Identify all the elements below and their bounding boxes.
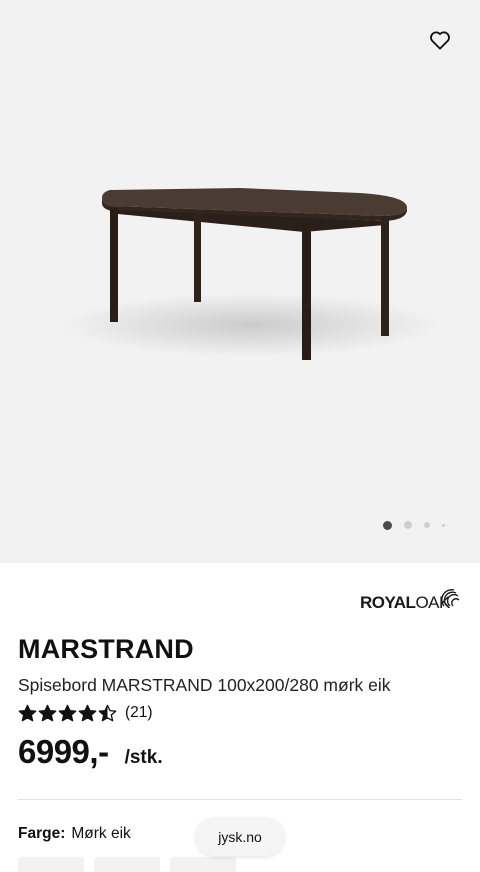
- color-value: Mørk eik: [71, 825, 131, 842]
- color-swatch[interactable]: [94, 857, 160, 872]
- star-full-icon: [78, 704, 97, 721]
- product-subtitle: Spisebord MARSTRAND 100x200/280 mørk eik: [18, 675, 391, 695]
- gallery-dot[interactable]: [404, 521, 412, 529]
- color-selector-label: Farge: Mørk eik: [18, 825, 131, 843]
- color-swatches: [18, 857, 236, 872]
- browser-url-pill[interactable]: jysk.no: [196, 818, 284, 856]
- product-price: 6999,-: [18, 733, 109, 770]
- price-row: 6999,- /stk.: [18, 733, 163, 771]
- brand-logo-arc-icon: [441, 589, 460, 607]
- divider: [18, 799, 462, 800]
- gallery-dot[interactable]: [442, 523, 445, 527]
- product-image-gallery[interactable]: [0, 0, 480, 563]
- favorite-heart-icon[interactable]: [426, 26, 454, 54]
- product-rating[interactable]: (21): [18, 703, 153, 723]
- color-swatch[interactable]: [18, 857, 84, 872]
- rating-count: (21): [125, 704, 153, 721]
- color-swatch[interactable]: [170, 857, 236, 872]
- star-full-icon: [18, 704, 37, 721]
- brand-logo: ROYALOAK: [360, 582, 464, 612]
- star-half-icon: [98, 704, 117, 721]
- product-title: MARSTRAND: [18, 634, 194, 664]
- star-full-icon: [38, 704, 57, 721]
- color-label: Farge:: [18, 825, 66, 842]
- rating-stars: [18, 704, 117, 723]
- product-image: [60, 188, 440, 360]
- price-unit: /stk.: [124, 747, 163, 768]
- star-full-icon: [58, 704, 77, 721]
- gallery-dot-active[interactable]: [383, 520, 392, 530]
- gallery-dot[interactable]: [424, 522, 430, 528]
